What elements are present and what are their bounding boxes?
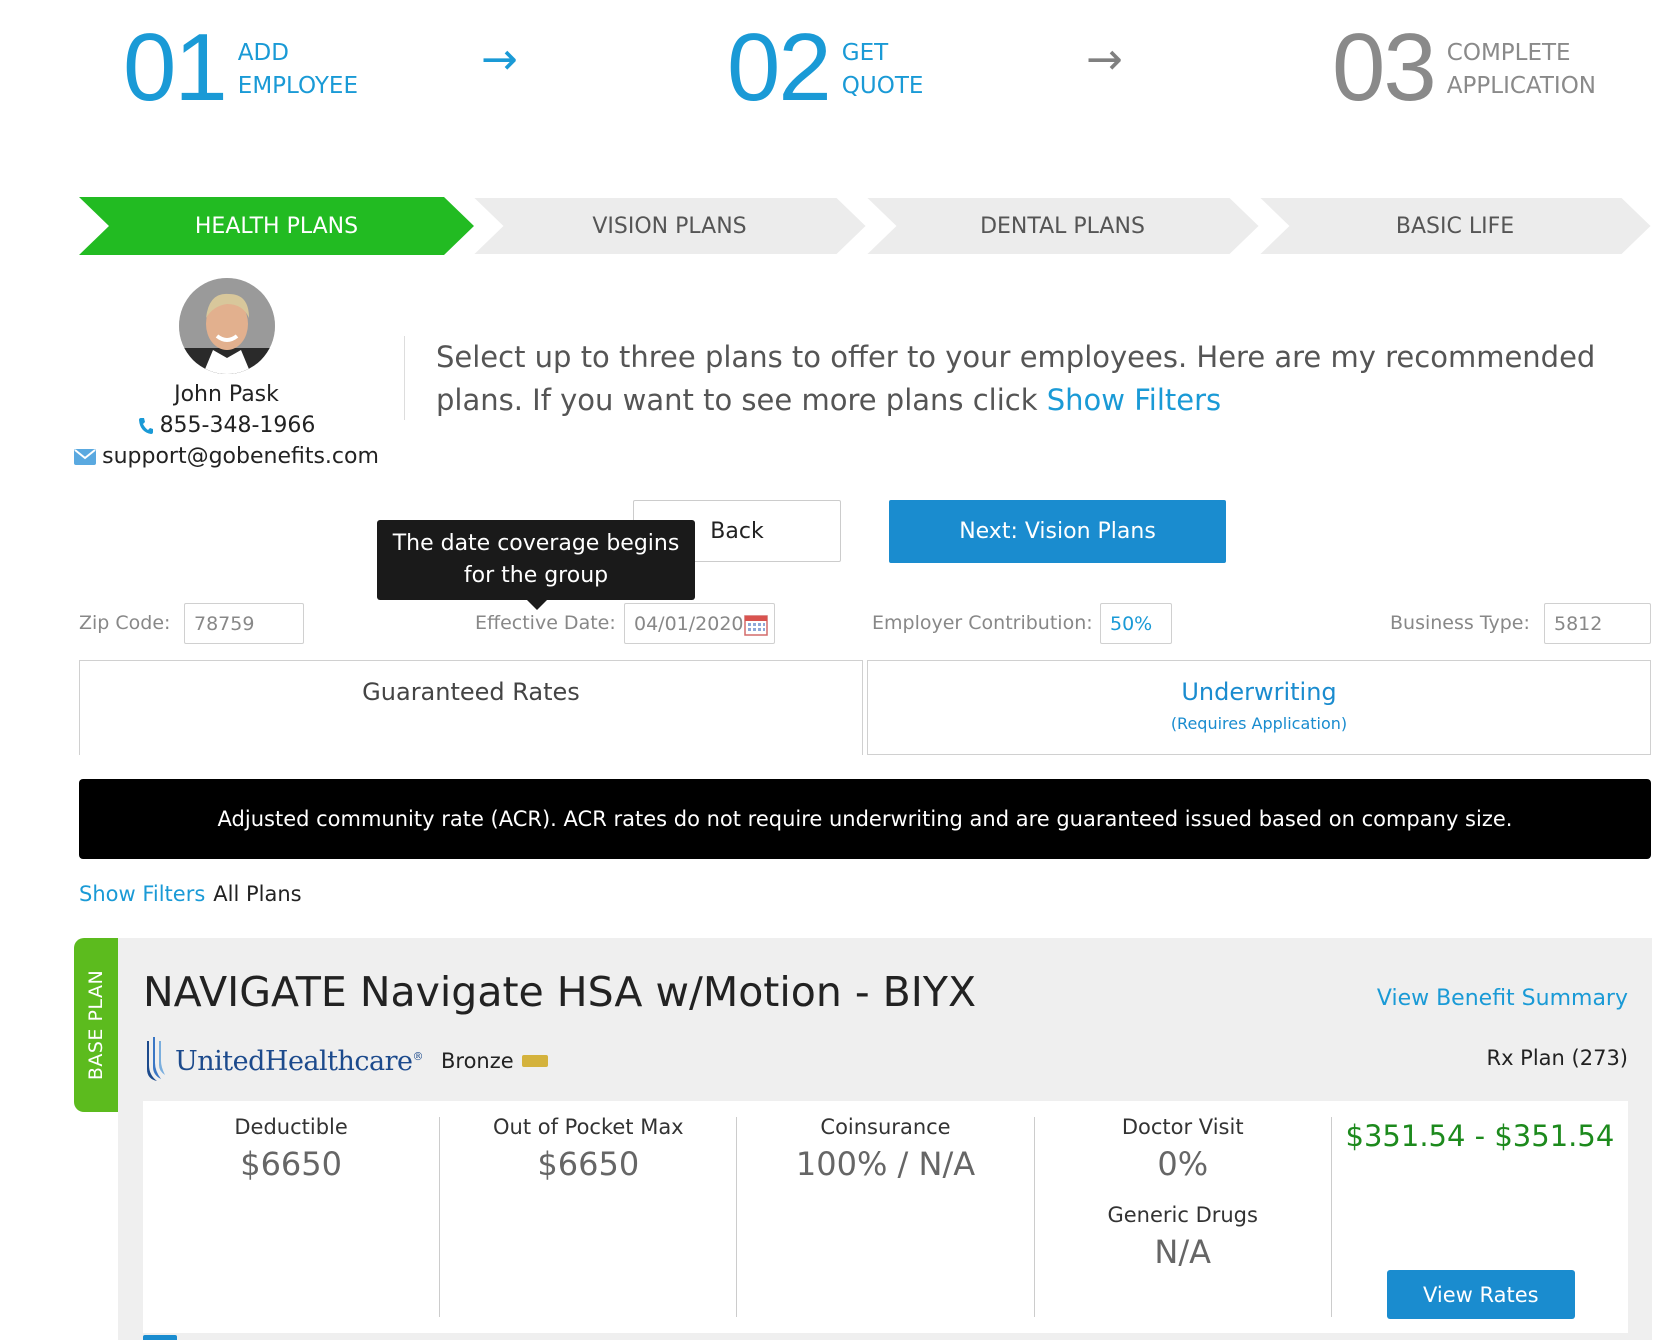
- agent-name: John Pask: [174, 382, 279, 407]
- coinsurance-label: Coinsurance: [820, 1115, 951, 1139]
- doctor-visit-label: Doctor Visit: [1121, 1115, 1244, 1139]
- agent-card: John Pask 855-348-1966 support@gobenefit…: [74, 278, 379, 469]
- effective-date-label: Effective Date:: [475, 612, 616, 634]
- step-arrow-right-icon: →: [481, 34, 518, 85]
- step-number: 01: [123, 14, 228, 121]
- step-number: 02: [727, 14, 832, 121]
- carrier-row: UnitedHealthcare® Bronze: [143, 1035, 548, 1087]
- agent-photo-icon: [178, 278, 275, 374]
- unitedhealthcare-logo-icon: [143, 1035, 167, 1087]
- envelope-icon: [74, 448, 97, 465]
- calendar-icon[interactable]: [744, 614, 768, 641]
- tab-label: HEALTH PLANS: [194, 213, 359, 239]
- step-label-line1: COMPLETE: [1446, 40, 1571, 66]
- bronze-badge-icon: [521, 1055, 548, 1067]
- effective-date-tooltip: The date coverage begins for the group: [377, 520, 695, 610]
- guaranteed-rates-label: Guaranteed Rates: [362, 678, 580, 706]
- deductible-column: Deductible $6650: [143, 1115, 441, 1317]
- agent-phone[interactable]: 855-348-1966: [160, 413, 316, 438]
- business-type-input[interactable]: 5812: [1544, 603, 1651, 644]
- metal-tier: Bronze: [441, 1049, 514, 1073]
- underwriting-label: Underwriting: [1181, 678, 1337, 706]
- filter-bar: Show Filters All Plans: [79, 882, 302, 906]
- business-type-label: Business Type:: [1390, 612, 1530, 634]
- carrier-registered-mark: ®: [412, 1049, 424, 1063]
- view-rates-button[interactable]: View Rates: [1386, 1270, 1575, 1319]
- step-label-line1: ADD: [237, 40, 289, 66]
- show-filters-link[interactable]: Show Filters: [79, 882, 205, 906]
- view-benefit-summary-link[interactable]: View Benefit Summary: [1377, 986, 1628, 1011]
- employer-contribution-input[interactable]: 50%: [1100, 603, 1172, 644]
- phone-icon: [138, 417, 154, 435]
- agent-email[interactable]: support@gobenefits.com: [102, 444, 379, 469]
- generic-drugs-label: Generic Drugs: [1107, 1203, 1258, 1227]
- tab-vision-plans[interactable]: VISION PLANS: [472, 197, 867, 255]
- coinsurance-value: 100% / N/A: [795, 1145, 976, 1183]
- doctor-visit-column: Doctor Visit 0% Generic Drugs N/A: [1035, 1115, 1332, 1317]
- acr-info-banner: Adjusted community rate (ACR). ACR rates…: [79, 779, 1651, 859]
- plan-type-tabs: HEALTH PLANS VISION PLANS DENTAL PLANS B…: [79, 197, 1652, 255]
- carrier-name-text: UnitedHealthcare: [175, 1045, 413, 1077]
- step-label-line2: QUOTE: [841, 73, 924, 99]
- base-plan-tag: BASE PLAN: [74, 938, 118, 1112]
- tooltip-line2: for the group: [463, 563, 609, 588]
- all-plans-label: All Plans: [213, 882, 302, 906]
- intro-text: Select up to three plans to offer to you…: [436, 336, 1636, 422]
- oop-max-value: $6650: [537, 1145, 640, 1183]
- tab-guaranteed-rates[interactable]: Guaranteed Rates: [79, 660, 863, 755]
- avatar: [178, 278, 275, 374]
- employer-contribution-label: Employer Contribution:: [872, 612, 1093, 634]
- step-complete-application: 03 COMPLETE APPLICATION: [1332, 20, 1596, 116]
- tab-basic-life[interactable]: BASIC LIFE: [1258, 197, 1652, 255]
- base-plan-label: BASE PLAN: [85, 969, 107, 1081]
- zip-code-input[interactable]: 78759: [184, 603, 304, 644]
- agent-email-row: support@gobenefits.com: [74, 444, 379, 469]
- underwriting-sublabel: (Requires Application): [1170, 714, 1348, 733]
- effective-date-input[interactable]: 04/01/2020: [624, 603, 775, 644]
- next-plan-tag-edge: [143, 1335, 177, 1340]
- plan-benefits: Deductible $6650 Out of Pocket Max $6650…: [143, 1101, 1628, 1333]
- coinsurance-column: Coinsurance 100% / N/A: [737, 1115, 1035, 1317]
- plan-name: NAVIGATE Navigate HSA w/Motion - BIYX: [143, 968, 977, 1016]
- rx-plan: Rx Plan (273): [1486, 1046, 1628, 1070]
- deductible-value: $6650: [240, 1145, 342, 1183]
- price-column: $351.54 - $351.54 View Rates: [1332, 1117, 1628, 1319]
- deductible-label: Deductible: [234, 1115, 348, 1139]
- step-arrow-right-icon: →: [1086, 34, 1123, 85]
- carrier-name: UnitedHealthcare®: [175, 1046, 423, 1077]
- oop-max-column: Out of Pocket Max $6650: [440, 1115, 738, 1317]
- step-add-employee: 01 ADD EMPLOYEE: [123, 20, 358, 116]
- step-label-line2: APPLICATION: [1446, 73, 1597, 99]
- doctor-visit-value: 0%: [1157, 1145, 1209, 1183]
- oop-max-label: Out of Pocket Max: [492, 1115, 684, 1139]
- price-range: $351.54 - $351.54: [1345, 1119, 1615, 1153]
- step-label-line1: GET: [841, 40, 889, 66]
- step-label-line2: EMPLOYEE: [237, 73, 358, 99]
- intro-message: Select up to three plans to offer to you…: [436, 340, 1596, 417]
- tooltip-line1: The date coverage begins: [392, 531, 680, 556]
- next-vision-plans-button[interactable]: Next: Vision Plans: [889, 500, 1226, 563]
- tab-label: BASIC LIFE: [1395, 213, 1515, 239]
- agent-divider: [404, 336, 405, 420]
- tab-dental-plans[interactable]: DENTAL PLANS: [865, 197, 1260, 255]
- step-number: 03: [1332, 14, 1437, 121]
- generic-drugs-value: N/A: [1154, 1233, 1212, 1271]
- tab-health-plans[interactable]: HEALTH PLANS: [79, 197, 474, 255]
- tab-label: VISION PLANS: [592, 213, 747, 239]
- effective-date-value: 04/01/2020: [634, 612, 744, 635]
- agent-phone-row: 855-348-1966: [79, 413, 374, 438]
- show-filters-link[interactable]: Show Filters: [1047, 383, 1221, 417]
- step-get-quote: 02 GET QUOTE: [727, 20, 923, 116]
- tab-underwriting[interactable]: Underwriting (Requires Application): [867, 660, 1651, 755]
- tab-label: DENTAL PLANS: [980, 213, 1145, 239]
- zip-code-label: Zip Code:: [79, 612, 171, 634]
